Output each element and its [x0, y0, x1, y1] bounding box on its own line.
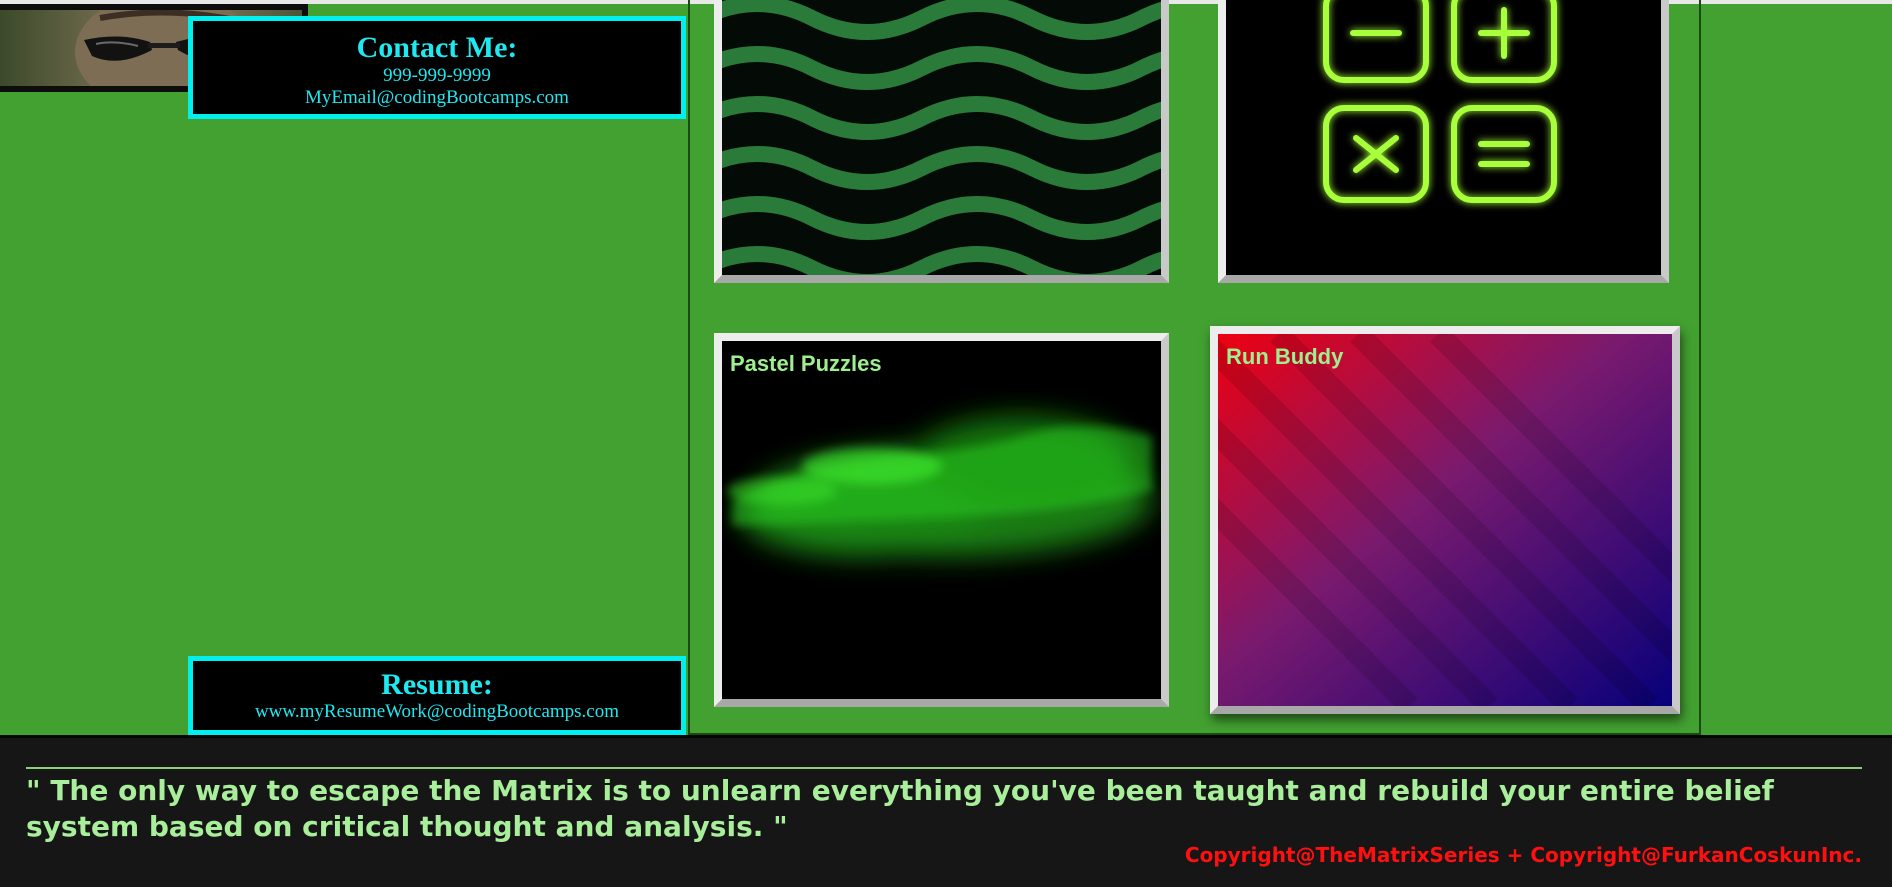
card-label: Pastel Puzzles — [730, 351, 882, 376]
green-particle-cloud-icon — [722, 341, 1161, 699]
footer-quote: " The only way to escape the Matrix is t… — [26, 774, 1774, 843]
contact-email-link[interactable]: MyEmail@codingBootcamps.com — [193, 87, 681, 109]
red-blue-gradient-stock-icon — [1218, 334, 1672, 706]
resume-link[interactable]: www.myResumeWork@codingBootcamps.com — [193, 701, 681, 723]
card-label: Run Buddy — [1226, 344, 1344, 369]
footer-divider — [26, 767, 1862, 769]
footer: " The only way to escape the Matrix is t… — [0, 735, 1892, 887]
copyright-text: Copyright@TheMatrixSeries + Copyright@Fu… — [1184, 843, 1862, 867]
green-waves-pattern-icon — [722, 0, 1161, 275]
contact-title: Contact Me: — [356, 31, 518, 64]
portfolio-card-calculator[interactable] — [1218, 0, 1669, 283]
contact-box: Contact Me: 999-999-9999 MyEmail@codingB… — [188, 16, 686, 119]
resume-title: Resume: — [381, 668, 493, 701]
neon-calculator-keys-icon — [1226, 0, 1661, 275]
resume-box: Resume: www.myResumeWork@codingBootcamps… — [188, 656, 686, 735]
portfolio-card-run-buddy[interactable]: Run Buddy — [1210, 326, 1680, 714]
contact-phone[interactable]: 999-999-9999 — [193, 65, 681, 87]
portfolio-card-pastel-puzzles[interactable]: Pastel Puzzles — [714, 333, 1169, 707]
portfolio-card-waves[interactable] — [714, 0, 1169, 283]
